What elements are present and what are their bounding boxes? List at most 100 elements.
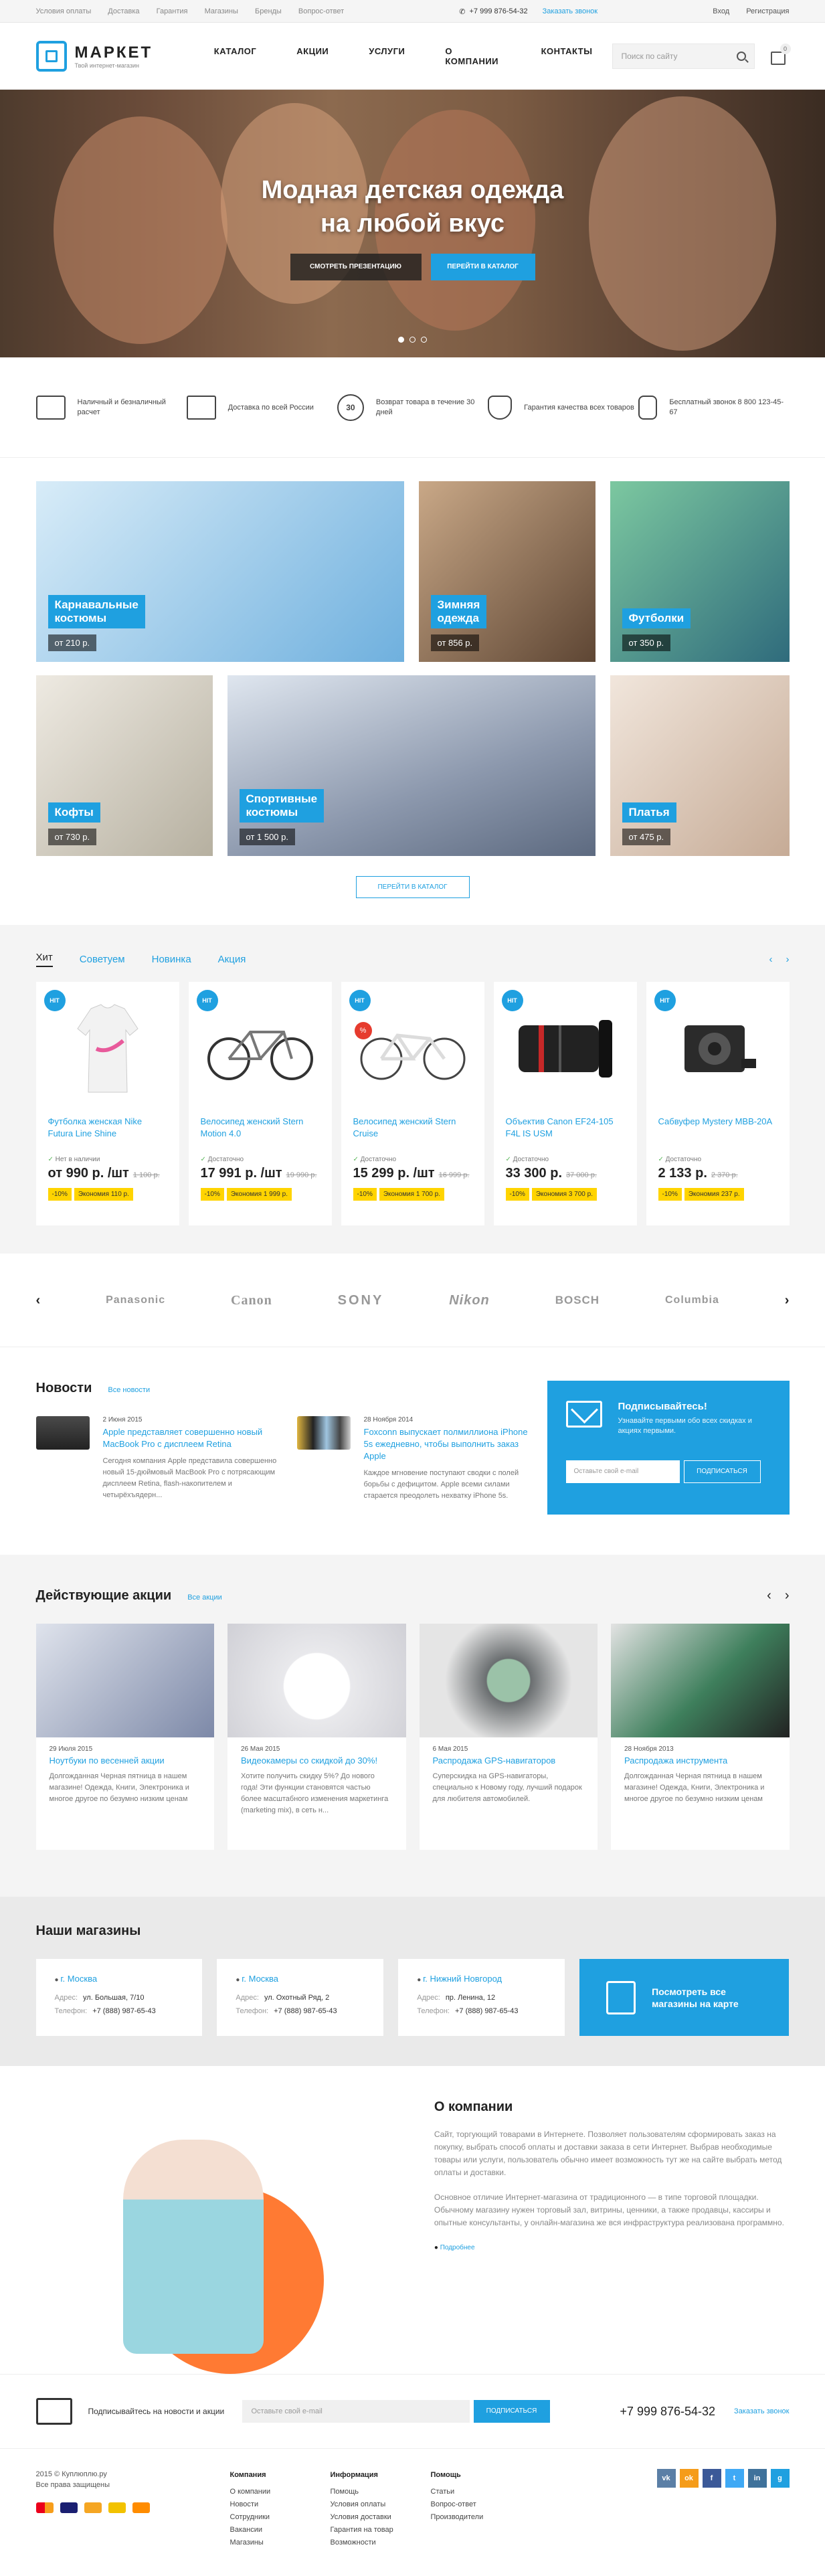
- store-city[interactable]: г. Москва: [236, 1972, 365, 1987]
- product-name[interactable]: Футболка женская Nike Futura Line Shine: [48, 1116, 167, 1142]
- brand-logo[interactable]: Nikon: [449, 1293, 490, 1308]
- tab-recommend[interactable]: Советуем: [80, 954, 125, 965]
- arrow-left-icon[interactable]: ‹: [36, 1293, 41, 1308]
- brand-logo[interactable]: Canon: [231, 1293, 272, 1308]
- product-image[interactable]: [48, 982, 167, 1116]
- arrow-right-icon[interactable]: ›: [785, 1588, 790, 1604]
- brand-logo[interactable]: SONY: [338, 1293, 384, 1308]
- arrow-right-icon[interactable]: ›: [785, 1293, 790, 1308]
- top-link[interactable]: Гарантия: [157, 7, 188, 15]
- top-link[interactable]: Условия оплаты: [36, 7, 92, 15]
- more-link[interactable]: Подробнее: [434, 2244, 475, 2251]
- promo-link[interactable]: Распродажа инструмента: [624, 1755, 776, 1766]
- top-link[interactable]: Бренды: [255, 7, 282, 15]
- category-tile[interactable]: Карнавальные костюмы от 210 р.: [35, 481, 404, 662]
- nav-item-promos[interactable]: Акции: [276, 46, 349, 66]
- arrow-left-icon[interactable]: ‹: [769, 954, 773, 965]
- register-link[interactable]: Регистрация: [746, 7, 789, 15]
- news-thumbnail[interactable]: [35, 1416, 90, 1450]
- nav-item-contacts[interactable]: Контакты: [521, 46, 613, 66]
- footer-link[interactable]: Возможности: [331, 2537, 431, 2549]
- brand-logo[interactable]: Panasonic: [106, 1294, 165, 1306]
- footer-link[interactable]: Магазины: [230, 2537, 331, 2549]
- presentation-button[interactable]: Смотреть презентацию: [290, 254, 422, 280]
- footer-link[interactable]: Вакансии: [230, 2524, 331, 2537]
- brand-logo[interactable]: BOSCH: [555, 1294, 600, 1307]
- footer-link[interactable]: Статьи: [431, 2486, 531, 2498]
- footer-link[interactable]: О компании: [230, 2486, 331, 2498]
- product-card[interactable]: HIT Сабвуфер Mystery MBB-20A Достаточно …: [646, 982, 790, 1225]
- footer-link[interactable]: Вопрос-ответ: [431, 2498, 531, 2511]
- promo-image[interactable]: [419, 1624, 598, 1737]
- footer-subscribe-button[interactable]: Подписаться: [473, 2400, 550, 2423]
- promo-link[interactable]: Видеокамеры со скидкой до 30%!: [241, 1755, 393, 1766]
- vk-icon[interactable]: vk: [656, 2469, 676, 2488]
- logo[interactable]: МАРКЕТ Твой интернет-магазин: [35, 41, 174, 72]
- all-promos-link[interactable]: Все акции: [187, 1594, 222, 1602]
- nav-item-about[interactable]: О компании: [425, 46, 521, 66]
- store-card[interactable]: г. Нижний Новгород Адрес:пр. Ленина, 12 …: [398, 1959, 565, 2036]
- promo-image[interactable]: [35, 1624, 214, 1737]
- subscribe-button[interactable]: Подписаться: [683, 1460, 761, 1483]
- category-tile[interactable]: Кофты от 730 р.: [35, 675, 213, 856]
- login-link[interactable]: Вход: [713, 7, 729, 15]
- product-image[interactable]: [506, 982, 625, 1116]
- tab-hit[interactable]: Хит: [35, 952, 53, 967]
- store-card[interactable]: г. Москва Адрес:ул. Охотный Ряд, 2 Телеф…: [217, 1959, 384, 2036]
- footer-link[interactable]: Сотрудники: [230, 2511, 331, 2524]
- instagram-icon[interactable]: in: [747, 2469, 767, 2488]
- promo-link[interactable]: Ноутбуки по весенней акции: [50, 1755, 201, 1766]
- brand-logo[interactable]: Columbia: [665, 1294, 719, 1306]
- product-image[interactable]: [353, 982, 472, 1116]
- product-name[interactable]: Велосипед женский Stern Cruise: [353, 1116, 472, 1142]
- promo-card[interactable]: 6 Мая 2015 Распродажа GPS-навигаторов Су…: [419, 1624, 598, 1850]
- promo-link[interactable]: Распродажа GPS-навигаторов: [433, 1755, 585, 1766]
- product-name[interactable]: Объектив Canon EF24-105 F4L IS USM: [506, 1116, 625, 1142]
- top-link[interactable]: Вопрос-ответ: [298, 7, 344, 15]
- promo-image[interactable]: [611, 1624, 790, 1737]
- tab-sale[interactable]: Акция: [218, 954, 246, 965]
- product-name[interactable]: Велосипед женский Stern Motion 4.0: [201, 1116, 320, 1142]
- footer-link[interactable]: Новости: [230, 2498, 331, 2511]
- product-card[interactable]: HIT Футболка женская Nike Futura Line Sh…: [35, 982, 179, 1225]
- facebook-icon[interactable]: f: [702, 2469, 721, 2488]
- nav-item-catalog[interactable]: Каталог: [194, 46, 276, 66]
- category-tile[interactable]: Спортивные костюмы от 1 500 р.: [227, 675, 595, 856]
- top-link[interactable]: Доставка: [108, 7, 139, 15]
- subscribe-email-field[interactable]: Оставьте свой e-mail: [565, 1460, 680, 1483]
- store-card[interactable]: г. Москва Адрес:ул. Большая, 7/10 Телефо…: [35, 1959, 203, 2036]
- category-tile[interactable]: Платья от 475 р.: [610, 675, 790, 856]
- catalog-button[interactable]: Перейти в каталог: [355, 876, 470, 898]
- cart-button[interactable]: 0: [767, 44, 791, 68]
- odnoklassniki-icon[interactable]: ok: [679, 2469, 699, 2488]
- product-image[interactable]: [658, 982, 777, 1116]
- store-city[interactable]: г. Москва: [55, 1972, 184, 1987]
- footer-callback-link[interactable]: Заказать звонок: [734, 2407, 789, 2415]
- google-icon[interactable]: g: [770, 2469, 790, 2488]
- news-link[interactable]: Foxconn выпускает полмиллиона iPhone 5s …: [364, 1426, 538, 1462]
- twitter-icon[interactable]: t: [725, 2469, 744, 2488]
- footer-link[interactable]: Помощь: [331, 2486, 431, 2498]
- top-link[interactable]: Магазины: [205, 7, 238, 15]
- news-link[interactable]: Apple представляет совершенно новый MacB…: [103, 1426, 277, 1450]
- tab-new[interactable]: Новинка: [152, 954, 191, 965]
- callback-link[interactable]: Заказать звонок: [543, 7, 598, 15]
- arrow-left-icon[interactable]: ‹: [767, 1588, 771, 1604]
- product-image[interactable]: [201, 982, 320, 1116]
- footer-link[interactable]: Гарантия на товар: [331, 2524, 431, 2537]
- search-input[interactable]: Поиск по сайту: [612, 44, 755, 69]
- hero-catalog-button[interactable]: Перейти в каталог: [430, 254, 535, 280]
- footer-link[interactable]: Производители: [431, 2511, 531, 2524]
- product-name[interactable]: Сабвуфер Mystery MBB-20A: [658, 1116, 777, 1142]
- slider-dot[interactable]: [398, 337, 404, 343]
- promo-card[interactable]: 28 Ноября 2013 Распродажа инструмента До…: [611, 1624, 790, 1850]
- map-button[interactable]: Посмотреть все магазины на карте: [579, 1959, 790, 2036]
- category-tile[interactable]: Зимняя одежда от 856 р.: [418, 481, 595, 662]
- footer-email-field[interactable]: Оставьте свой e-mail: [242, 2400, 470, 2423]
- arrow-right-icon[interactable]: ›: [786, 954, 790, 965]
- news-thumbnail[interactable]: [296, 1416, 351, 1450]
- store-city[interactable]: г. Нижний Новгород: [417, 1972, 546, 1987]
- slider-dot[interactable]: [409, 337, 416, 343]
- product-card[interactable]: HIT % Велосипед женский Stern Cruise Дос…: [341, 982, 484, 1225]
- slider-dot[interactable]: [421, 337, 427, 343]
